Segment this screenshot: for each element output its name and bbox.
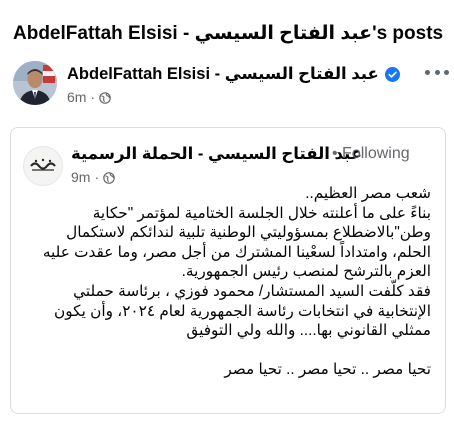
campaign-logo-icon[interactable]	[23, 146, 63, 186]
post-time[interactable]: 6m	[67, 89, 86, 105]
post-body-line: العزم بالترشح لمنصب رئيس الجمهورية.	[181, 263, 431, 281]
post-body-line: فقد كلّفت السيد المستشار/ محمود فوزي ، ب…	[73, 282, 431, 300]
meta-separator: ·	[94, 169, 100, 185]
globe-icon[interactable]	[99, 91, 111, 104]
more-dot	[444, 69, 449, 75]
post-body-line: شعب مصر العظيم..	[305, 185, 431, 202]
globe-icon[interactable]	[103, 171, 115, 184]
verified-badge-icon	[384, 66, 400, 82]
shared-post-meta: 9m ·	[71, 169, 115, 185]
shared-page-name[interactable]: عبد الفتاح السيسي - الحملة الرسمية	[71, 144, 362, 164]
more-dot	[434, 69, 440, 75]
more-options-icon[interactable]	[425, 62, 449, 82]
post-body-line: الحلم، وامتداداً لسعْينا المشترك من أجل …	[42, 243, 431, 261]
following-button[interactable]: • Following	[332, 145, 410, 163]
author-avatar[interactable]	[13, 61, 57, 105]
more-dot	[425, 69, 430, 75]
shared-post-time[interactable]: 9m	[71, 169, 90, 185]
shared-post-card[interactable]: عبد الفتاح السيسي - الحملة الرسمية • Fol…	[10, 127, 446, 414]
post-body-line: تحيا مصر .. تحيا مصر .. تحيا مصر	[224, 361, 431, 379]
post-body-line: وطن"بالاضطلاع بمسؤوليتي الوطنية تلبية لن…	[66, 224, 431, 242]
post-body: شعب مصر العظيم.. بناءً على ما أعلنته خلا…	[21, 184, 431, 380]
meta-separator: ·	[90, 89, 96, 105]
post-body-line: بناءً على ما أعلنته خلال الجلسة الختامية…	[92, 204, 431, 222]
post-body-line: ممثلي القانوني بها.... والله ولي التوفيق	[186, 322, 431, 340]
author-name-text[interactable]: AbdelFattah Elsisi - عبد الفتاح السيسي	[67, 64, 379, 84]
post-body-line: الإنتخابية في انتخابات رئاسة الجمهورية ل…	[54, 302, 431, 320]
post-meta: 6m ·	[67, 89, 111, 105]
page-title: AbdelFattah Elsisi - عبد الفتاح السيسي's…	[13, 23, 444, 44]
post-body-line	[21, 341, 431, 361]
author-name[interactable]: AbdelFattah Elsisi - عبد الفتاح السيسي	[67, 64, 400, 84]
